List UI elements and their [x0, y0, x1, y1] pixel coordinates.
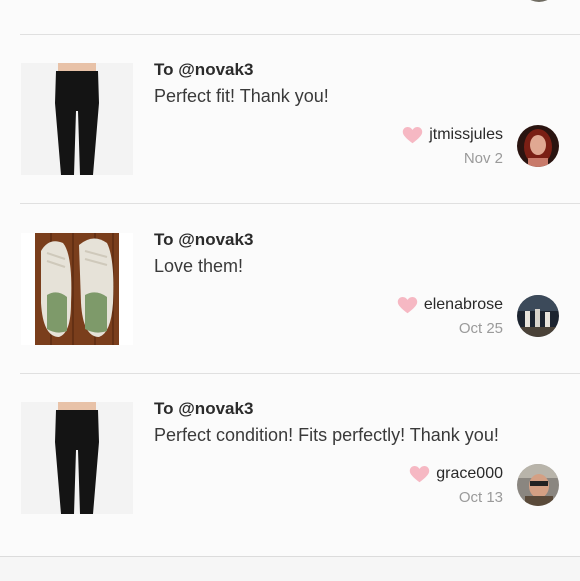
reviewer-username[interactable]: elenabrose: [424, 296, 503, 314]
review-recipient[interactable]: To @novak3: [154, 399, 253, 419]
review-meta: grace000 Oct 13: [409, 465, 503, 506]
divider: [20, 203, 580, 204]
review-recipient[interactable]: To @novak3: [154, 230, 253, 250]
user-avatar[interactable]: [517, 295, 559, 337]
review-date: Oct 13: [458, 489, 503, 506]
review-comment: Perfect fit! Thank you!: [154, 86, 329, 106]
review-item: To @novak3 Perfect fit! Thank you! jtmis…: [0, 60, 580, 233]
previous-review-avatar[interactable]: [520, 0, 558, 2]
heart-icon[interactable]: [402, 126, 423, 144]
review-meta: jtmissjules Nov 2: [402, 126, 503, 167]
reviewer-username[interactable]: grace000: [436, 465, 503, 483]
review-item: To @novak3 Perfect condition! Fits perfe…: [0, 399, 580, 572]
review-comment: Love them!: [154, 256, 244, 276]
leggings-image[interactable]: [21, 63, 133, 175]
reviewer-username[interactable]: jtmissjules: [429, 126, 503, 144]
review-meta: elenabrose Oct 25: [397, 296, 503, 337]
leggings-image[interactable]: [21, 402, 133, 514]
heart-icon[interactable]: [409, 465, 430, 483]
sneakers-image[interactable]: [21, 233, 133, 345]
review-comment: Perfect condition! Fits perfectly! Thank…: [154, 425, 499, 445]
divider: [20, 34, 580, 35]
review-item: To @novak3 Love them! elenabrose Oct 25: [0, 230, 580, 403]
review-date: Nov 2: [463, 150, 503, 167]
bottom-toolbar: [0, 556, 580, 581]
user-avatar[interactable]: [517, 125, 559, 167]
review-recipient[interactable]: To @novak3: [154, 60, 253, 80]
divider: [20, 373, 580, 374]
user-avatar[interactable]: [517, 464, 559, 506]
heart-icon[interactable]: [397, 296, 418, 314]
review-date: Oct 25: [458, 320, 503, 337]
